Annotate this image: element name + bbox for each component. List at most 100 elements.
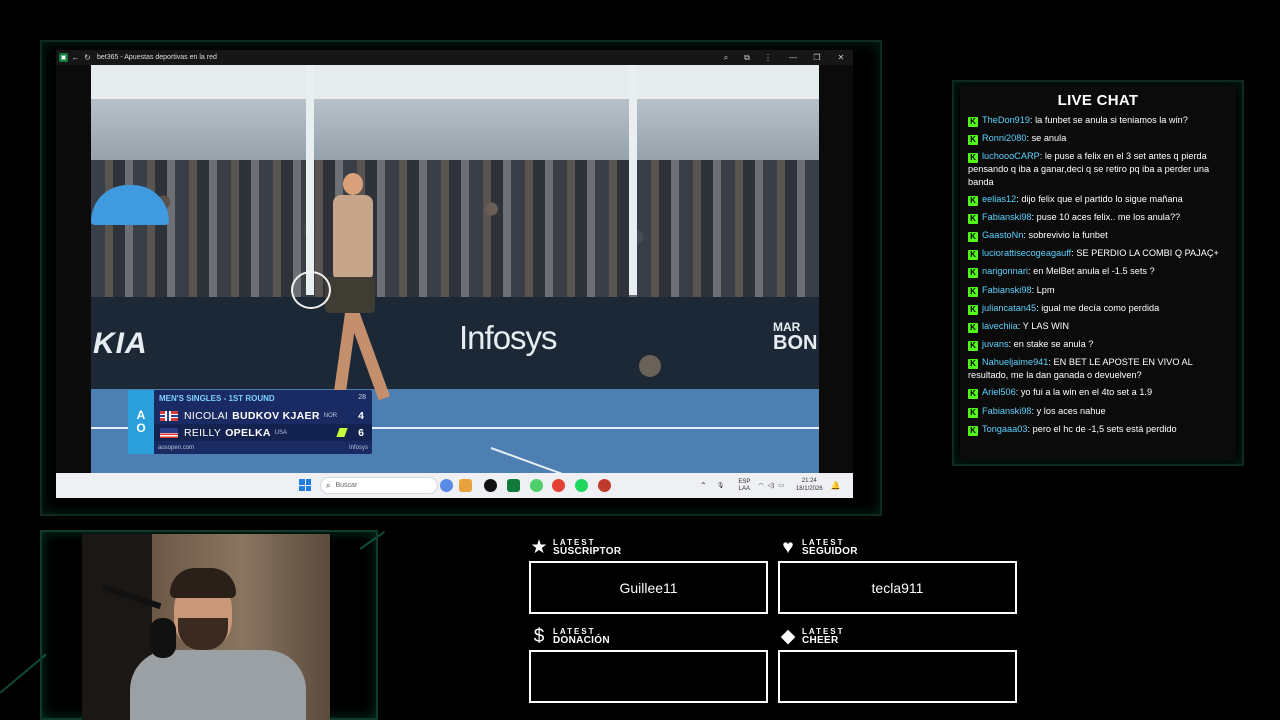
- menu-icon[interactable]: ⋮: [758, 50, 778, 65]
- scoreboard-overlay: A O MEN'S SINGLES - 1ST ROUND 28 NICOLAI…: [128, 390, 372, 454]
- widget-title: SEGUIDOR: [802, 545, 858, 557]
- latest-suscriptor-value: Guillee11: [619, 579, 678, 596]
- bet365-app-icon[interactable]: [507, 479, 520, 492]
- star-icon: ★: [530, 537, 548, 558]
- chat-message: KluchoooCARP: le puse a felix en el 3 se…: [968, 151, 1210, 187]
- wifi-icon[interactable]: ◠: [758, 482, 763, 489]
- streamer-hair: [170, 568, 236, 598]
- kick-badge-icon: K: [968, 135, 978, 146]
- ad-marbon-logo: MAR BON: [773, 321, 817, 353]
- back-arrow-icon[interactable]: ←: [71, 53, 80, 62]
- player-country: USA: [274, 429, 288, 436]
- heart-icon: ♥: [782, 537, 794, 558]
- taskbar-clock[interactable]: 21:24 18/1/2026: [796, 478, 823, 492]
- webcam-feed: [82, 534, 330, 720]
- chat-text: igual me decía como perdida: [1041, 302, 1160, 313]
- browser-window: ▣ ← ↻ bet365 - Apuestas deportivas en la…: [56, 50, 853, 498]
- taskbar-search-placeholder: Buscar: [335, 482, 358, 489]
- video-ball-basket: [639, 355, 661, 377]
- chat-text: pero el hc de -1,5 sets está perdido: [1032, 423, 1177, 434]
- chat-message: K Ariel506: yo fui a la win en el 4to set…: [968, 386, 1228, 400]
- chat-username: lavechiia: [982, 320, 1018, 331]
- chat-message: Keelias12: dijo felix que el partido lo …: [968, 193, 1228, 207]
- battery-icon[interactable]: ▭: [778, 482, 784, 489]
- tiktok-icon[interactable]: [484, 479, 497, 492]
- player-shirt: [333, 195, 373, 281]
- video-crowd: [91, 160, 819, 300]
- notification-icon[interactable]: 🔔: [831, 481, 841, 490]
- australian-open-logo: A O: [128, 390, 154, 454]
- latest-cheer-header: ◆ LATEST CHEER: [778, 627, 845, 646]
- chevron-up-icon[interactable]: ⌃: [700, 481, 707, 490]
- chat-username: Nahueljaime941: [982, 356, 1049, 367]
- chat-username: Fabianski98: [982, 405, 1032, 416]
- scoreboard-row: REILLY OPELKA USA 6: [154, 424, 372, 441]
- streamer-body: [130, 650, 306, 720]
- chat-text: sobrevivio la funbet: [1028, 230, 1108, 241]
- chat-text: puse 10 aces felix.. me los anula??: [1036, 212, 1181, 223]
- copilot-icon[interactable]: [440, 479, 453, 492]
- kick-badge-icon: K: [968, 425, 978, 436]
- dollar-icon: $: [533, 626, 545, 647]
- minimize-button[interactable]: —: [783, 50, 803, 65]
- chat-text: Y LAS WIN: [1022, 320, 1069, 331]
- player-head: [343, 173, 363, 195]
- chat-username: juliancatan45: [982, 302, 1037, 313]
- player-leg: [347, 311, 391, 401]
- zoom-icon[interactable]: ⌕: [716, 50, 736, 65]
- latest-suscriptor-box: Guillee11: [529, 561, 768, 614]
- tennis-video-player[interactable]: KIA Infosys MAR BON A O MEN'S SINGLES - 1…: [91, 65, 819, 473]
- reload-icon[interactable]: ↻: [83, 53, 92, 62]
- browser-titlebar: ▣ ← ↻ bet365 - Apuestas deportivas en la…: [56, 50, 853, 65]
- latest-seguidor-header: ♥ LATEST SEGUIDOR: [778, 538, 858, 557]
- ad-infosys-logo: Infosys: [459, 319, 558, 356]
- clock-date: 18/1/2026: [795, 485, 823, 492]
- ao-logo-bottom: O: [136, 421, 146, 435]
- kick-badge-icon: K: [968, 304, 978, 315]
- latest-seguidor-value: tecla911: [871, 579, 924, 596]
- kick-badge-icon: K: [968, 117, 978, 127]
- latest-donacion-header: $ LATEST DONACIÓN: [529, 627, 610, 646]
- close-button[interactable]: ✕: [831, 50, 851, 65]
- chat-username: Ariel506: [982, 387, 1016, 398]
- chat-message: K Ronni2080: se anula: [968, 132, 1228, 146]
- spotify-icon[interactable]: [575, 479, 588, 492]
- chat-message: Kjuliancatan45: igual me decía como perd…: [968, 302, 1228, 315]
- restore-button[interactable]: ❐: [807, 50, 827, 65]
- mic-icon[interactable]: 🎙: [717, 482, 725, 489]
- widget-title: SUSCRIPTOR: [553, 545, 622, 557]
- whatsapp-icon[interactable]: [530, 479, 543, 492]
- scoreboard-row: NICOLAI BUDKOV KJAER NOR 4: [154, 407, 372, 424]
- search-icon: ⌕: [326, 480, 331, 490]
- file-explorer-icon[interactable]: [459, 479, 472, 492]
- chat-message: K TheDon919: la funbet se anula si teniam…: [968, 114, 1228, 127]
- chat-message: K Fabianski98: puse 10 aces felix.. me lo…: [968, 211, 1228, 225]
- kick-badge-icon: K: [968, 268, 978, 279]
- player-score: 6: [358, 426, 364, 439]
- chat-username: luciorattisecogeagauff: [982, 248, 1072, 259]
- volume-icon[interactable]: ◁): [768, 482, 775, 489]
- latest-suscriptor-header: ★ LATEST SUSCRIPTOR: [529, 538, 621, 557]
- kick-badge-icon: K: [968, 232, 978, 243]
- taskbar-search-input[interactable]: ⌕ Buscar: [320, 477, 438, 494]
- chat-text: la funbet se anula si teniamos la win?: [1035, 115, 1188, 125]
- chrome-icon[interactable]: [552, 479, 565, 492]
- app-icon[interactable]: [598, 479, 611, 492]
- chat-text: se anula: [1031, 133, 1067, 144]
- ad-marbon-bottom: BON: [773, 332, 818, 354]
- clock-time: 21:24: [801, 478, 817, 485]
- kick-badge-icon: K: [968, 286, 978, 297]
- chat-username: Ronni2080: [982, 133, 1027, 144]
- windows-start-icon[interactable]: [299, 479, 311, 491]
- chat-message: Knarigonnari: en MelBet anula el -1.5 se…: [968, 265, 1228, 279]
- diamond-icon: ◆: [780, 626, 796, 647]
- chat-message: K Fabianski98: Lpm: [968, 284, 1228, 297]
- kick-badge-icon: K: [968, 250, 978, 261]
- player-last-name: BUDKOV KJAER: [232, 409, 320, 422]
- chat-message: Klavechiia: Y LAS WIN: [968, 320, 1228, 333]
- extensions-icon[interactable]: ⧉: [737, 50, 757, 65]
- chat-message: K GaastoNn: sobrevivio la funbet: [968, 229, 1228, 243]
- ad-kia-logo: KIA: [93, 327, 148, 360]
- chat-message: K Fabianski98: y los aces nahue: [968, 405, 1228, 418]
- language-indicator[interactable]: ESP LAA: [738, 479, 750, 492]
